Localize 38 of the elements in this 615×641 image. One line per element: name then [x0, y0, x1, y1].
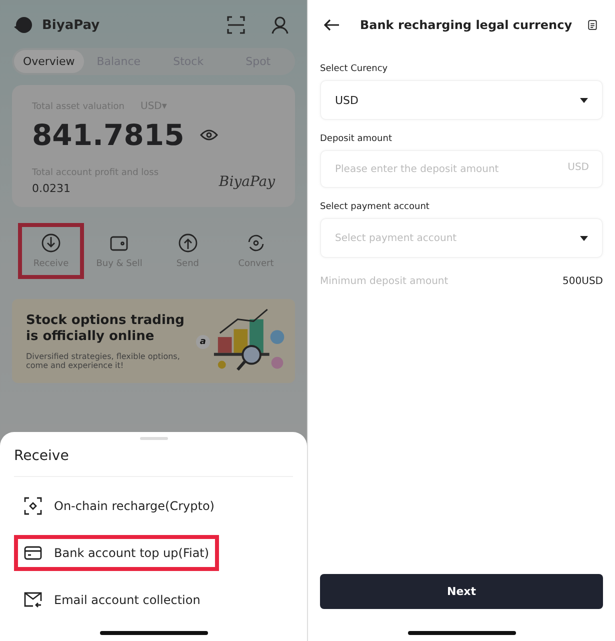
unit-label: USD: [568, 162, 589, 173]
banner-title: Stock options trading is officially online: [26, 313, 186, 346]
caret-icon: [580, 236, 588, 240]
field-label: Select payment account: [320, 202, 430, 212]
download-icon: [41, 233, 61, 253]
brand-name: BiyaPay: [42, 18, 100, 32]
sheet-option[interactable]: Email account collection: [14, 581, 210, 619]
field-label: Select Curency: [320, 64, 389, 74]
next-button[interactable]: Next: [320, 574, 603, 609]
pnl-value: 0.0231: [32, 182, 72, 195]
asset-value: 841.7815: [32, 118, 184, 152]
select-field[interactable]: Select payment account: [320, 218, 603, 258]
letter-badge: a: [196, 335, 210, 349]
sheet-option[interactable]: On-chain recharge(Crypto): [14, 487, 224, 525]
eye-icon[interactable]: [200, 129, 218, 141]
card-icon: [24, 545, 42, 561]
mail-icon: [24, 591, 42, 609]
sheet-title: Receive: [14, 448, 293, 477]
page-title: Bank recharging legal currency: [360, 18, 572, 32]
logo-icon: [12, 15, 34, 35]
field-label: Deposit amount: [320, 134, 393, 144]
document-icon[interactable]: [588, 17, 597, 33]
signature: BiyaPay: [218, 174, 275, 190]
banner-description: Diversified strategies, flexible options, come and experience it!: [26, 352, 181, 371]
caret-icon: [580, 98, 588, 102]
select-field[interactable]: USD: [320, 80, 603, 120]
scan-icon[interactable]: [227, 16, 245, 34]
drag-handle[interactable]: [140, 437, 168, 440]
promo-banner[interactable]: Stock options trading is officially online Diversified strategies, flexible options, come and experience it! a: [12, 299, 295, 383]
sheet-option[interactable]: Bank account top up(Fiat): [14, 535, 220, 571]
user-icon[interactable]: [271, 16, 289, 34]
tab[interactable]: Overview: [14, 50, 84, 73]
scan-icon: [24, 497, 42, 515]
minimum-label: Minimum deposit amount: [320, 276, 448, 287]
back-arrow-icon: [324, 19, 340, 31]
upload-icon: [178, 233, 198, 253]
minimum-value: 500USD: [562, 276, 603, 287]
convert-icon: [246, 233, 266, 253]
